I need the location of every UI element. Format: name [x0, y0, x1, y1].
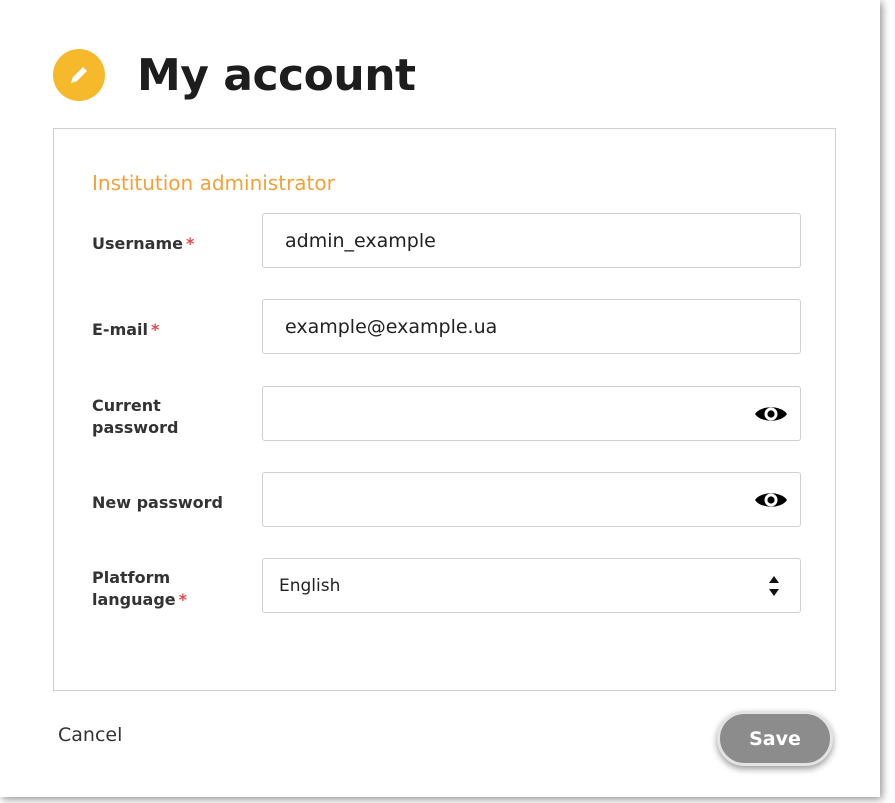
new-password-label: New password	[92, 492, 223, 514]
current-password-label-line2: password	[92, 418, 179, 437]
email-label: E-mail *	[92, 319, 159, 341]
eye-icon[interactable]	[754, 489, 788, 511]
select-arrows-icon	[769, 575, 779, 596]
account-form: Institution administrator Username * admi…	[53, 128, 836, 691]
cancel-button[interactable]: Cancel	[58, 724, 122, 746]
current-password-label-line1: Current	[92, 396, 161, 415]
current-password-field[interactable]	[262, 386, 801, 441]
required-marker: *	[185, 234, 195, 253]
new-password-label-text: New password	[92, 493, 224, 512]
page-title: My account	[137, 49, 416, 101]
language-label-line2: language	[92, 590, 176, 609]
email-value: example@example.ua	[285, 315, 498, 338]
account-dialog: My account Institution administrator Use…	[0, 0, 880, 797]
username-value: admin_example	[285, 229, 436, 252]
username-label: Username *	[92, 233, 194, 255]
language-label-line1: Platform	[92, 568, 171, 587]
eye-icon[interactable]	[754, 403, 788, 425]
language-label: Platform language *	[92, 567, 187, 611]
email-label-text: E-mail	[92, 320, 149, 339]
email-field[interactable]: example@example.ua	[262, 299, 801, 354]
language-selected-value: English	[279, 575, 341, 596]
page-header: My account	[53, 48, 416, 102]
language-select[interactable]: English	[262, 558, 801, 613]
section-heading: Institution administrator	[92, 171, 335, 195]
username-field[interactable]: admin_example	[262, 213, 801, 268]
current-password-label: Current password	[92, 395, 178, 439]
save-button[interactable]: Save	[717, 711, 833, 766]
pencil-icon	[53, 49, 105, 101]
new-password-field[interactable]	[262, 472, 801, 527]
required-marker: *	[151, 320, 160, 339]
required-marker: *	[178, 590, 187, 609]
username-label-text: Username	[92, 234, 183, 253]
